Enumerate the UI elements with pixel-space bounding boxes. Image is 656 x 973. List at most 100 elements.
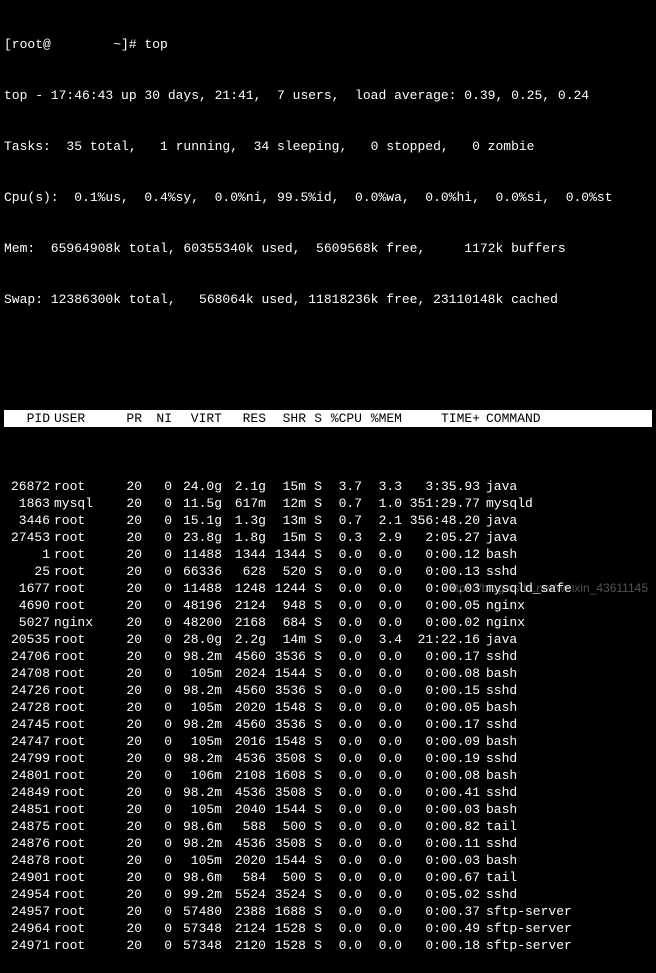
cell-mem: 0.0 [362,801,402,818]
cell-mem: 0.0 [362,920,402,937]
cell-virt: 57480 [172,903,222,920]
cell-pid: 24878 [4,852,50,869]
cell-pr: 20 [108,580,142,597]
cell-shr: 1344 [266,546,306,563]
cell-pr: 20 [108,903,142,920]
cell-pr: 20 [108,529,142,546]
cell-mem: 3.4 [362,631,402,648]
cell-pr: 20 [108,699,142,716]
cell-user: root [50,886,108,903]
cell-shr: 14m [266,631,306,648]
cell-ni: 0 [142,563,172,580]
cell-time: 2:05.27 [402,529,480,546]
cell-pr: 20 [108,920,142,937]
cell-pr: 20 [108,937,142,954]
cell-time: 0:00.19 [402,750,480,767]
cell-time: 0:00.15 [402,682,480,699]
cell-res: 1344 [222,546,266,563]
process-row: 26872root20024.0g2.1g15mS3.73.33:35.93ja… [4,478,652,495]
cell-mem: 0.0 [362,733,402,750]
terminal-output[interactable]: [root@ ~]# top top - 17:46:43 up 30 days… [0,0,656,973]
top-summary-cpu: Cpu(s): 0.1%us, 0.4%sy, 0.0%ni, 99.5%id,… [4,189,652,206]
cell-res: 617m [222,495,266,512]
cell-shr: 3508 [266,835,306,852]
cell-cmd: sshd [480,716,652,733]
cell-res: 4560 [222,716,266,733]
cell-res: 2020 [222,699,266,716]
cell-cpu: 0.0 [322,682,362,699]
cell-cpu: 0.0 [322,852,362,869]
cell-user: root [50,801,108,818]
cell-ni: 0 [142,631,172,648]
cell-cmd: bash [480,665,652,682]
cell-user: root [50,784,108,801]
cell-virt: 98.6m [172,818,222,835]
cell-res: 2120 [222,937,266,954]
cell-s: S [306,546,322,563]
cell-pr: 20 [108,801,142,818]
cell-virt: 57348 [172,920,222,937]
cell-virt: 23.8g [172,529,222,546]
cell-virt: 105m [172,665,222,682]
cell-time: 0:00.82 [402,818,480,835]
cell-res: 2.2g [222,631,266,648]
cell-pid: 24708 [4,665,50,682]
cell-pr: 20 [108,869,142,886]
cell-s: S [306,750,322,767]
cell-res: 588 [222,818,266,835]
cell-user: root [50,733,108,750]
cell-cmd: sshd [480,784,652,801]
col-pr: PR [108,410,142,427]
cell-time: 0:00.49 [402,920,480,937]
cell-shr: 1688 [266,903,306,920]
cell-cmd: sftp-server [480,920,652,937]
cell-mem: 0.0 [362,852,402,869]
cell-pr: 20 [108,835,142,852]
cell-time: 0:00.37 [402,903,480,920]
cell-shr: 1608 [266,767,306,784]
col-s: S [306,410,322,427]
cell-cpu: 0.0 [322,937,362,954]
cell-pid: 24957 [4,903,50,920]
cell-time: 0:00.12 [402,546,480,563]
cell-cmd: bash [480,767,652,784]
cell-res: 2024 [222,665,266,682]
cell-s: S [306,852,322,869]
cell-cmd: tail [480,869,652,886]
col-virt: VIRT [172,410,222,427]
cell-mem: 0.0 [362,716,402,733]
cell-virt: 98.2m [172,835,222,852]
cell-virt: 28.0g [172,631,222,648]
cell-cpu: 0.0 [322,648,362,665]
cell-shr: 1544 [266,852,306,869]
cell-time: 0:00.41 [402,784,480,801]
cell-mem: 0.0 [362,886,402,903]
cell-cpu: 0.0 [322,886,362,903]
cell-pid: 25 [4,563,50,580]
cell-cmd: mysqld_safe [480,580,652,597]
process-row: 24875root20098.6m588500S0.00.00:00.82tai… [4,818,652,835]
cell-s: S [306,716,322,733]
cell-res: 4536 [222,750,266,767]
cell-res: 2124 [222,920,266,937]
cell-user: root [50,546,108,563]
cell-cpu: 0.0 [322,665,362,682]
cell-user: root [50,920,108,937]
cell-s: S [306,818,322,835]
cell-s: S [306,937,322,954]
cell-shr: 3524 [266,886,306,903]
cell-cpu: 0.0 [322,631,362,648]
cell-user: root [50,529,108,546]
cell-cpu: 0.0 [322,920,362,937]
cell-ni: 0 [142,801,172,818]
cell-pid: 1677 [4,580,50,597]
cell-ni: 0 [142,852,172,869]
process-row: 1677root2001148812481244S0.00.00:00.03my… [4,580,652,597]
cell-user: root [50,682,108,699]
cell-user: root [50,869,108,886]
cell-ni: 0 [142,733,172,750]
process-row: 1863mysql20011.5g617m12mS0.71.0351:29.77… [4,495,652,512]
cell-ni: 0 [142,869,172,886]
cell-pr: 20 [108,852,142,869]
cell-mem: 0.0 [362,903,402,920]
